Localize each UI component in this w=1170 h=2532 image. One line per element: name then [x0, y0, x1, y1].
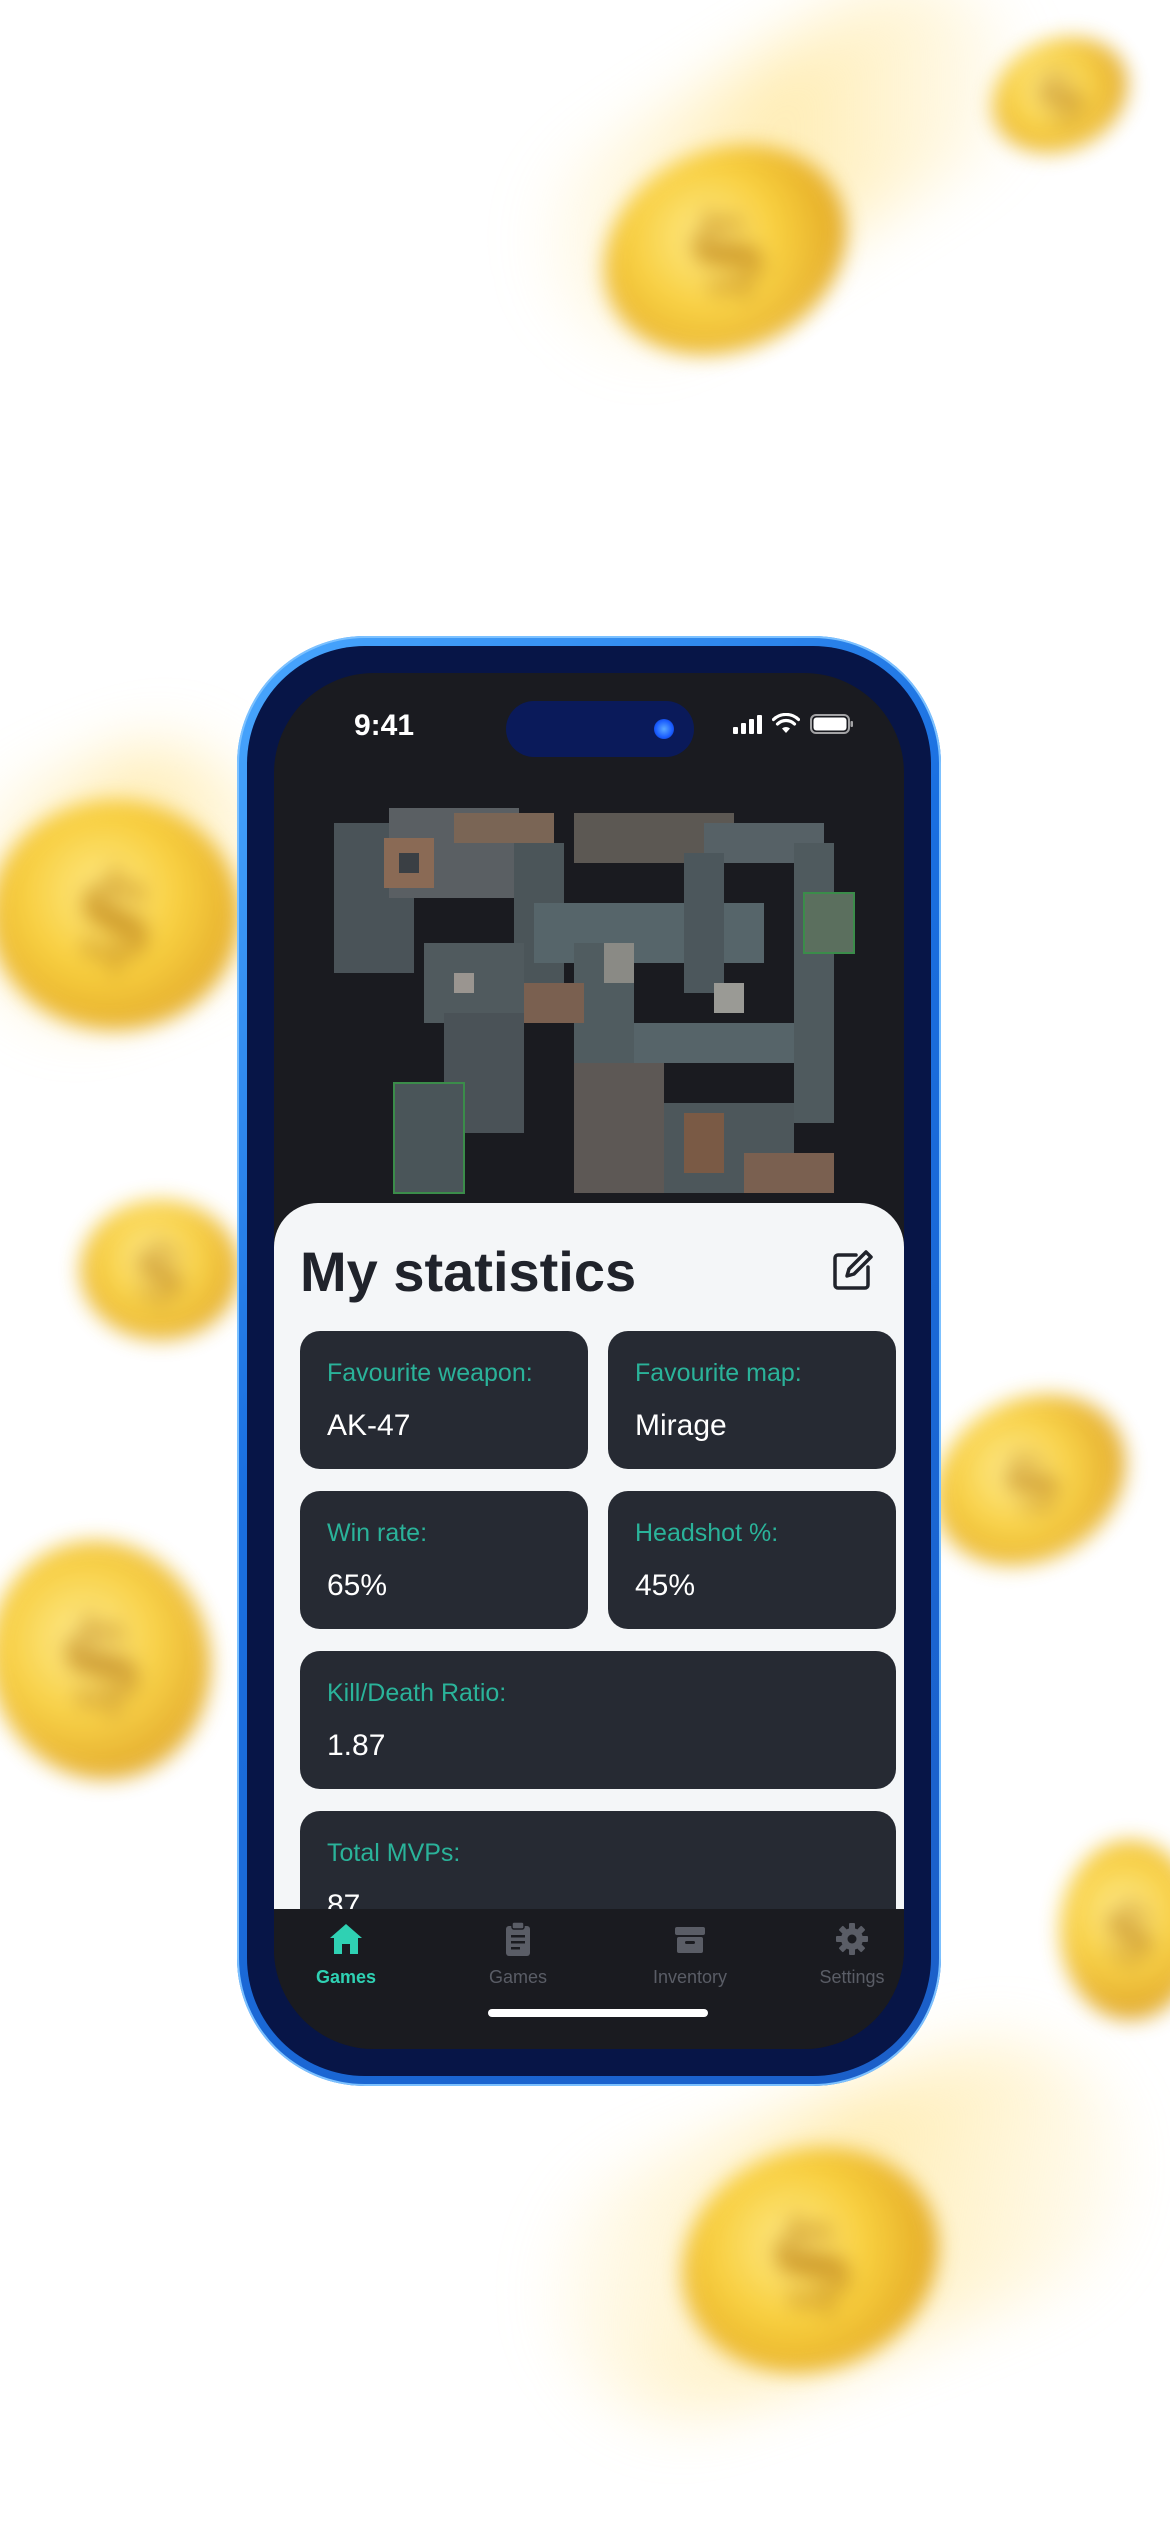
tab-label: Settings — [819, 1967, 885, 1987]
map-image — [274, 783, 904, 1203]
clipboard-icon — [506, 1921, 530, 1956]
page-title: My statistics — [300, 1240, 637, 1303]
tab-label: Inventory — [652, 1967, 728, 1987]
status-icons — [733, 713, 854, 735]
tab-games-home[interactable]: Games — [276, 1919, 416, 1988]
stat-value: 1.87 — [327, 1729, 386, 1762]
stat-value: AK-47 — [327, 1409, 411, 1442]
phone-bezel: 9:41 My statistics Favourite weapon: AK-… — [247, 646, 931, 2076]
stat-label: Win rate: — [327, 1519, 428, 1547]
dynamic-island — [506, 701, 694, 757]
status-bar: 9:41 — [274, 673, 904, 773]
gear-icon — [836, 1923, 868, 1955]
stat-label: Favourite map: — [635, 1359, 802, 1387]
statistics-sheet: My statistics Favourite weapon: AK-47 Fa… — [274, 1203, 904, 1909]
tab-bar: Games Games Inventory Settings — [274, 1909, 904, 2049]
stat-label: Total MVPs: — [327, 1839, 461, 1867]
archive-box-icon — [675, 1927, 705, 1953]
stat-card-total-mvps[interactable]: Total MVPs: 87 — [300, 1811, 896, 1909]
stat-value: 45% — [635, 1569, 696, 1602]
coin-image: $ — [903, 1360, 1157, 1600]
status-time: 9:41 — [354, 709, 415, 742]
coin-image: $ — [0, 1515, 238, 1805]
tab-label: Games — [315, 1967, 377, 1987]
stat-card-kill-death-ratio[interactable]: Kill/Death Ratio: 1.87 — [300, 1651, 896, 1789]
tab-inventory[interactable]: Inventory — [620, 1919, 760, 1988]
stat-card-win-rate[interactable]: Win rate: 65% — [300, 1491, 588, 1629]
stat-label: Favourite weapon: — [327, 1359, 533, 1387]
home-icon — [330, 1924, 362, 1954]
coin-image: $ — [80, 1200, 240, 1340]
coin-image: $ — [0, 800, 240, 1030]
stat-card-favourite-map[interactable]: Favourite map: Mirage — [608, 1331, 896, 1469]
stat-card-favourite-weapon[interactable]: Favourite weapon: AK-47 — [300, 1331, 588, 1469]
app-screen: 9:41 My statistics Favourite weapon: AK-… — [274, 673, 904, 2049]
stat-card-headshot[interactable]: Headshot %: 45% — [608, 1491, 896, 1629]
battery-icon — [810, 714, 853, 734]
stat-label: Kill/Death Ratio: — [327, 1679, 507, 1707]
home-indicator[interactable] — [488, 2009, 708, 2017]
tab-label: Games — [488, 1967, 548, 1987]
tab-games-list[interactable]: Games — [448, 1919, 588, 1988]
cellular-signal-icon — [733, 714, 762, 734]
map-layout-image — [334, 808, 855, 1194]
stat-label: Headshot %: — [635, 1519, 779, 1547]
wifi-icon — [772, 713, 800, 733]
stat-value: 65% — [327, 1569, 388, 1602]
camera-indicator-icon — [654, 719, 674, 739]
edit-button[interactable] — [828, 1247, 876, 1295]
stat-value: 87 — [327, 1889, 361, 1909]
stat-value: Mirage — [635, 1409, 727, 1442]
coin-image: $ — [1060, 1840, 1170, 2020]
tab-settings[interactable]: Settings — [782, 1919, 904, 1988]
phone-frame: 9:41 My statistics Favourite weapon: AK-… — [237, 636, 941, 2086]
